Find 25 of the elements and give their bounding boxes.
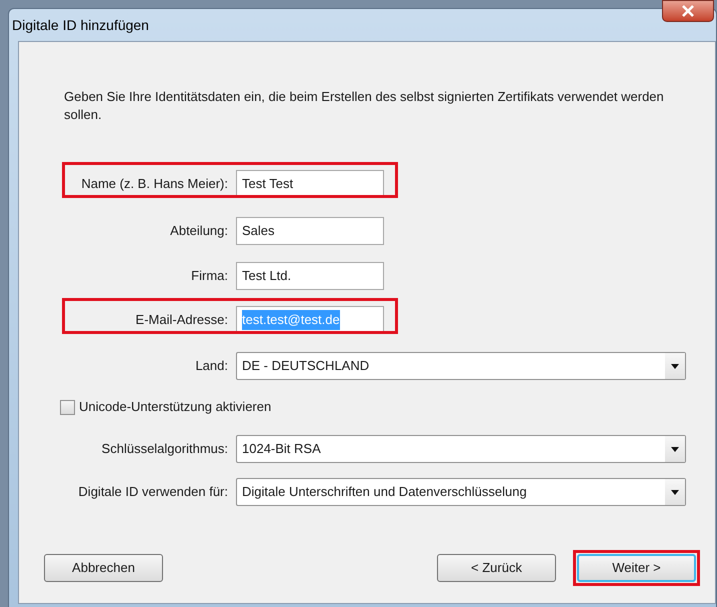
field-value: Test Ltd. <box>242 267 292 286</box>
close-icon <box>681 5 695 17</box>
input-field[interactable]: Test Ltd. <box>236 262 384 290</box>
field-value: Test Test <box>242 175 294 194</box>
intro-text: Geben Sie Ihre Identitätsdaten ein, die beim Erstellen des selbst signierten Zertifikats verwendet werden sollen. <box>64 88 664 124</box>
checkbox[interactable] <box>60 400 75 414</box>
field-label: Digitale ID verwenden für: <box>78 483 228 502</box>
dropdown[interactable]: 1024-Bit RSA <box>236 435 686 463</box>
dialog-button[interactable]: Abbrechen <box>44 554 163 582</box>
field-value: test.test@test.de <box>242 310 340 330</box>
field-label: Abteilung: <box>170 222 228 240</box>
dialog-button[interactable]: Weiter > <box>577 554 696 582</box>
window-title: Digitale ID hinzufügen <box>12 16 149 35</box>
field-label: Firma: <box>191 267 228 286</box>
field-label: Name (z. B. Hans Meier): <box>81 175 228 194</box>
input-field[interactable]: Sales <box>236 217 384 245</box>
close-button[interactable] <box>662 0 714 22</box>
field-label: Schlüsselalgorithmus: <box>102 440 228 458</box>
dropdown[interactable]: Digitale Unterschriften und Datenverschlüsselung <box>236 478 686 506</box>
dialog-button[interactable]: < Zurück <box>437 554 556 582</box>
checkbox-label[interactable]: Unicode-Unterstützung aktivieren <box>79 397 272 417</box>
dropdown[interactable]: DE - DEUTSCHLAND <box>236 352 686 380</box>
field-value: Sales <box>242 222 275 240</box>
field-label: E-Mail-Adresse: <box>136 311 228 330</box>
field-label: Land: <box>195 357 228 376</box>
